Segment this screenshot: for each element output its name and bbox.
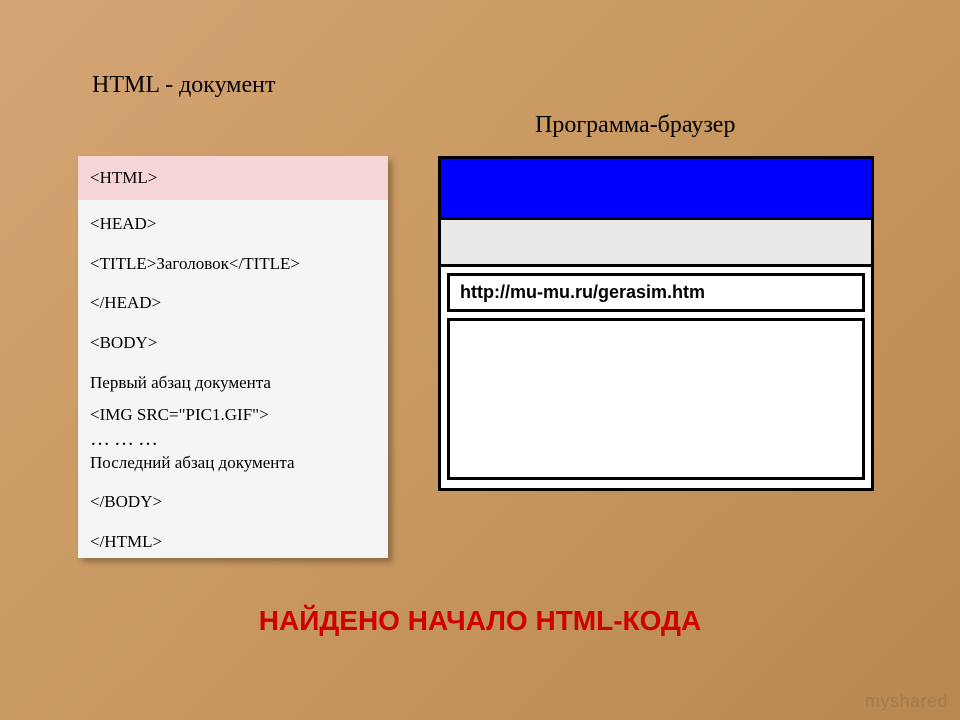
browser-content-area	[447, 318, 865, 480]
code-title-line: <TITLE>Заголовок</TITLE>	[78, 248, 388, 280]
html-code-panel: <HTML> <HEAD> <TITLE>Заголовок</TITLE> <…	[78, 156, 388, 558]
code-spacer	[78, 359, 388, 367]
code-last-para: Последний абзац документа	[78, 447, 388, 479]
browser-window: http://mu-mu.ru/gerasim.htm	[438, 156, 874, 491]
code-spacer	[78, 319, 388, 327]
code-spacer	[78, 200, 388, 208]
code-body-close: </BODY>	[78, 486, 388, 518]
caption-found-html-start: НАЙДЕНО НАЧАЛО HTML-КОДА	[0, 605, 960, 637]
code-first-para: Первый абзац документа	[78, 367, 388, 399]
code-head-open: <HEAD>	[78, 208, 388, 240]
title-browser: Программа-браузер	[535, 112, 735, 139]
browser-titlebar	[441, 159, 871, 217]
code-spacer	[78, 518, 388, 526]
browser-address-bar[interactable]: http://mu-mu.ru/gerasim.htm	[447, 273, 865, 312]
code-spacer	[78, 240, 388, 248]
watermark: myshared	[865, 691, 948, 712]
code-html-close: </HTML>	[78, 526, 388, 558]
code-spacer	[78, 478, 388, 486]
code-spacer	[78, 279, 388, 287]
code-head-close: </HEAD>	[78, 287, 388, 319]
code-dots: ………	[78, 431, 388, 447]
browser-menubar	[441, 217, 871, 267]
code-body-open: <BODY>	[78, 327, 388, 359]
title-html-document: HTML - документ	[92, 72, 275, 99]
code-img-tag: <IMG SRC="PIC1.GIF">	[78, 399, 388, 431]
code-html-open: <HTML>	[78, 156, 388, 200]
